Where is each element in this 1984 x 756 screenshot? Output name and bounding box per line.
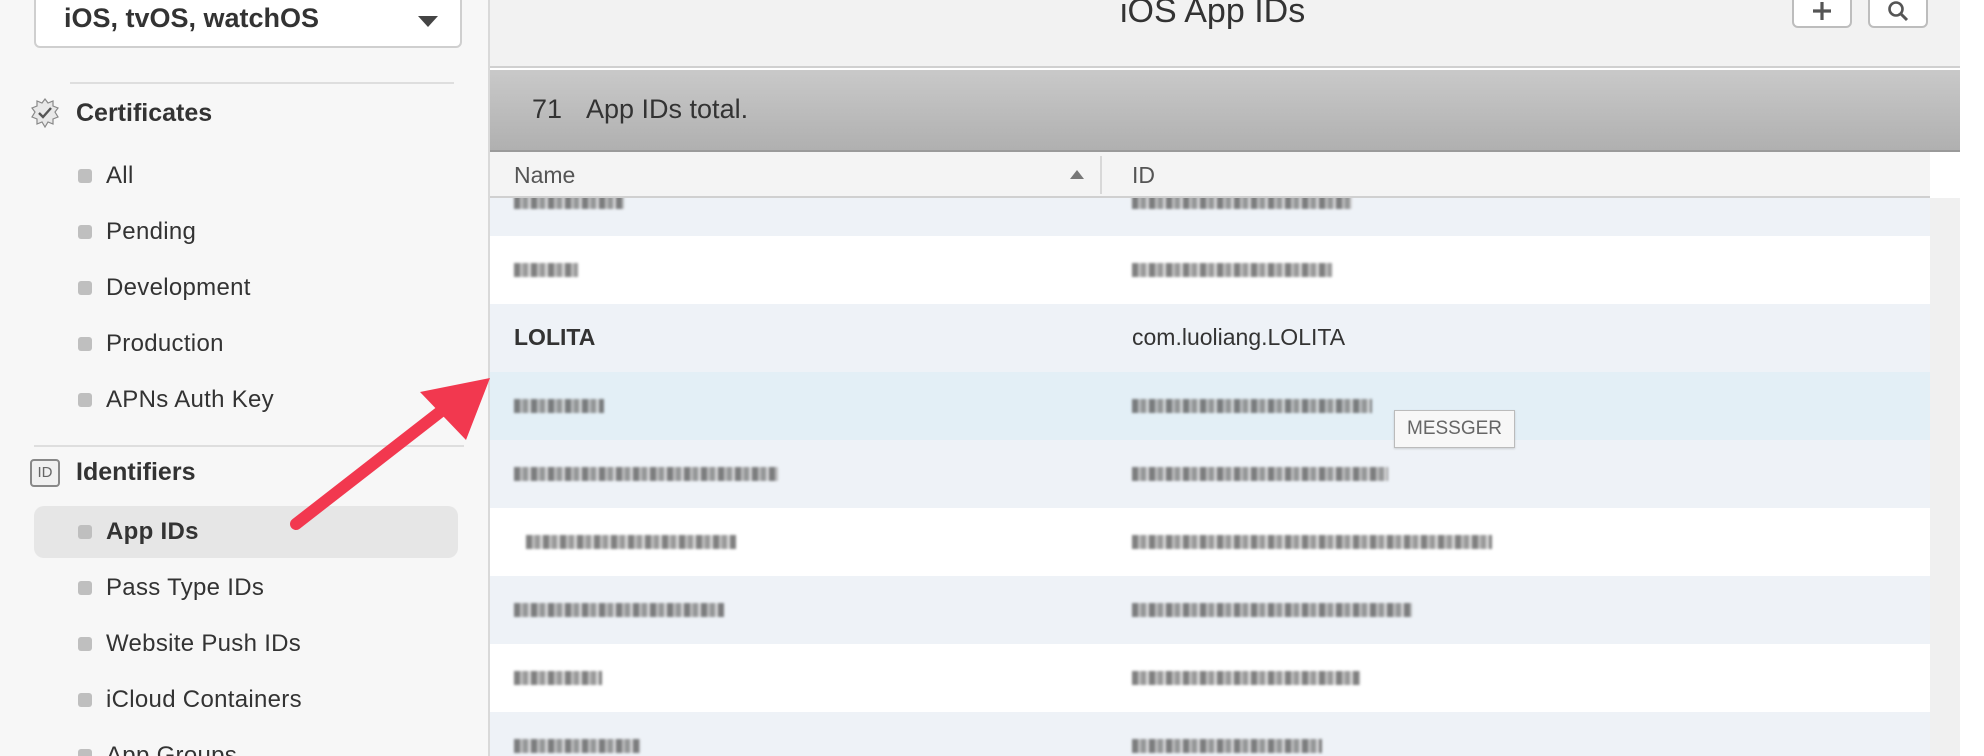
main-panel: iOS App IDs 71 App IDs total. Name ID LO…: [490, 0, 1984, 756]
column-divider[interactable]: [1100, 156, 1102, 194]
bullet-icon: [78, 581, 92, 595]
divider: [70, 82, 454, 84]
table-cell-name-redacted: [514, 392, 604, 419]
tooltip: MESSGER: [1394, 410, 1516, 448]
section-identifiers: ID Identifiers: [30, 458, 195, 487]
table-row[interactable]: [490, 508, 1930, 576]
table-cell-name-redacted: [514, 460, 778, 487]
table-cell-name-redacted: [514, 596, 724, 623]
id-icon: ID: [30, 458, 60, 487]
table-row[interactable]: [490, 644, 1930, 712]
sidebar-item-label: Pass Type IDs: [106, 574, 265, 601]
table-header: Name ID: [490, 152, 1930, 198]
table-cell-name: LOLITA: [514, 324, 596, 350]
bullet-icon: [78, 525, 92, 539]
sidebar: iOS, tvOS, watchOS Certificates All Pend…: [0, 0, 490, 756]
table-cell-id-redacted: [1132, 596, 1412, 623]
table-cell-name-redacted: [514, 256, 578, 283]
sidebar-item-development[interactable]: Development: [34, 262, 458, 314]
table-row[interactable]: [490, 576, 1930, 644]
sidebar-item-icloud-containers[interactable]: iCloud Containers: [34, 674, 458, 726]
column-header-id[interactable]: ID: [1132, 162, 1155, 189]
sidebar-item-label: App Groups: [106, 742, 238, 756]
table-cell-id-redacted: [1132, 460, 1388, 487]
table-cell-id-redacted: [1132, 198, 1352, 215]
bullet-icon: [78, 393, 92, 407]
section-title-identifiers: Identifiers: [76, 458, 196, 486]
table-cell-name-redacted: [514, 664, 602, 691]
bullet-icon: [78, 337, 92, 351]
table-row[interactable]: [490, 236, 1930, 304]
table-cell-id-redacted: [1132, 256, 1332, 283]
table-cell-id: com.luoliang.LOLITA: [1132, 324, 1346, 350]
table-cell-name-redacted: [514, 528, 736, 555]
scrollbar[interactable]: [1930, 198, 1960, 756]
table-row[interactable]: LOLITA com.luoliang.LOLITA: [490, 304, 1930, 372]
column-header-name[interactable]: Name: [514, 162, 575, 189]
table-cell-name-redacted: [514, 198, 624, 215]
search-icon: [1888, 1, 1909, 22]
app-ids-table: LOLITA com.luoliang.LOLITA: [490, 198, 1930, 756]
bullet-icon: [78, 225, 92, 239]
table-cell-id-redacted: [1132, 664, 1360, 691]
sidebar-item-app-ids[interactable]: App IDs: [34, 506, 458, 558]
bullet-icon: [78, 749, 92, 756]
certificate-icon: [31, 98, 59, 128]
page-title: iOS App IDs: [1120, 0, 1306, 30]
section-certificates: Certificates: [30, 98, 212, 128]
sidebar-item-label: iCloud Containers: [106, 686, 302, 713]
sidebar-item-label: All: [106, 162, 134, 189]
platform-select-label: iOS, tvOS, watchOS: [64, 2, 320, 33]
section-title-certificates: Certificates: [76, 98, 213, 127]
summary-bar: 71 App IDs total.: [490, 70, 1960, 152]
sidebar-item-pending[interactable]: Pending: [34, 206, 458, 258]
chevron-down-icon: [418, 16, 438, 27]
divider: [34, 445, 464, 447]
table-row[interactable]: [490, 372, 1930, 440]
sidebar-item-label: Pending: [106, 218, 197, 245]
sidebar-item-label: Production: [106, 330, 224, 357]
bullet-icon: [78, 637, 92, 651]
sidebar-item-label: Development: [106, 274, 251, 301]
sidebar-item-app-groups[interactable]: App Groups: [34, 730, 458, 756]
bullet-icon: [78, 281, 92, 295]
add-button[interactable]: [1792, 0, 1852, 28]
bullet-icon: [78, 169, 92, 183]
sidebar-item-pass-type-ids[interactable]: Pass Type IDs: [34, 562, 458, 614]
sidebar-item-all[interactable]: All: [34, 150, 458, 202]
table-row[interactable]: [490, 440, 1930, 508]
sidebar-item-label: Website Push IDs: [106, 630, 302, 657]
search-button[interactable]: [1868, 0, 1928, 28]
sidebar-item-label: APNs Auth Key: [106, 386, 274, 413]
table-cell-name-redacted: [514, 732, 640, 756]
table-cell-id-redacted: [1132, 528, 1492, 555]
plus-icon: [1813, 2, 1831, 20]
page-header: iOS App IDs: [490, 0, 1960, 68]
sidebar-item-label: App IDs: [106, 518, 199, 545]
sidebar-item-apns-auth-key[interactable]: APNs Auth Key: [34, 374, 458, 426]
table-row[interactable]: [490, 198, 1930, 236]
table-cell-id-redacted: [1132, 392, 1372, 419]
table-row[interactable]: [490, 712, 1930, 756]
table-cell-id-redacted: [1132, 732, 1322, 756]
app-id-count: 71: [532, 94, 563, 124]
sidebar-item-website-push-ids[interactable]: Website Push IDs: [34, 618, 458, 670]
platform-select[interactable]: iOS, tvOS, watchOS: [34, 0, 462, 48]
sort-ascending-icon[interactable]: [1070, 170, 1084, 179]
app-id-count-label: App IDs total.: [586, 94, 749, 124]
sidebar-item-production[interactable]: Production: [34, 318, 458, 370]
bullet-icon: [78, 693, 92, 707]
